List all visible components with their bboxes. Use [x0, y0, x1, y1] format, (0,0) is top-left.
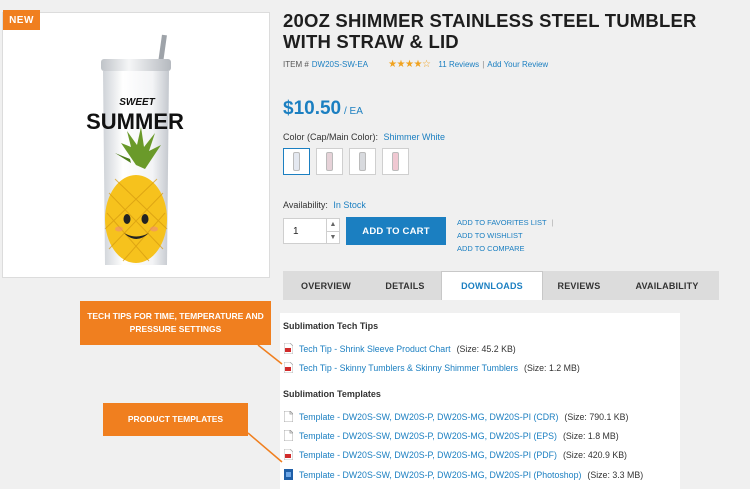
quantity-stepper[interactable]: 1 ▲ ▼	[283, 218, 340, 244]
callout-templates: PRODUCT TEMPLATES	[103, 403, 248, 436]
templates-heading: Sublimation Templates	[283, 389, 381, 399]
add-to-compare-link[interactable]: ADD TO COMPARE	[457, 242, 554, 255]
price: $10.50	[283, 98, 342, 119]
availability-line: Availability: In Stock	[283, 200, 366, 210]
download-link[interactable]: Template - DW20S-SW, DW20S-P, DW20S-MG, …	[299, 412, 558, 422]
download-row: Template - DW20S-SW, DW20S-P, DW20S-MG, …	[284, 430, 619, 441]
item-label: ITEM #	[283, 60, 309, 69]
file-size: (Size: 1.2 MB)	[524, 362, 580, 373]
pdf-icon	[284, 449, 299, 460]
separator: |	[551, 218, 554, 227]
rating-stars[interactable]: ★★★★☆	[388, 59, 431, 70]
secondary-actions: ADD TO FAVORITES LIST | ADD TO WISHLIST A…	[457, 216, 554, 255]
item-number[interactable]: DW20S-SW-EA	[312, 60, 368, 69]
add-to-favorites-link[interactable]: ADD TO FAVORITES LIST	[457, 218, 547, 227]
tab-reviews[interactable]: REVIEWS	[543, 271, 615, 300]
tech-tips-heading: Sublimation Tech Tips	[283, 321, 379, 331]
color-swatches	[283, 148, 415, 175]
callout-tech-tips: TECH TIPS FOR TIME, TEMPERATURE AND PRES…	[80, 301, 271, 345]
tumbler-product-image[interactable]: SWEET SUMMER	[3, 13, 271, 279]
download-link[interactable]: Template - DW20S-SW, DW20S-P, DW20S-MG, …	[299, 470, 581, 480]
tab-downloads[interactable]: DOWNLOADS	[441, 271, 543, 300]
add-to-wishlist-link[interactable]: ADD TO WISHLIST	[457, 229, 554, 242]
tumbler-print-line1: SWEET	[119, 97, 155, 108]
file-size: (Size: 790.1 KB)	[564, 411, 629, 422]
downloads-panel: Sublimation Tech Tips Tech Tip - Shrink …	[280, 313, 680, 489]
file-size: (Size: 420.9 KB)	[562, 449, 627, 460]
download-link[interactable]: Tech Tip - Shrink Sleeve Product Chart	[299, 344, 451, 354]
color-swatch[interactable]	[316, 148, 343, 175]
availability-label: Availability:	[283, 200, 328, 210]
file-size: (Size: 45.2 KB)	[456, 343, 516, 354]
color-swatch[interactable]	[382, 148, 409, 175]
download-row: Tech Tip - Skinny Tumblers & Skinny Shim…	[284, 362, 580, 373]
pdf-icon	[284, 343, 299, 354]
increment-icon[interactable]: ▲	[327, 219, 339, 231]
file-size: (Size: 1.8 MB)	[562, 430, 619, 441]
tab-overview[interactable]: OVERVIEW	[283, 271, 369, 300]
item-line: ITEM # DW20S-SW-EA ★★★★☆ 11 Reviews | Ad…	[283, 59, 548, 70]
download-row: Tech Tip - Shrink Sleeve Product Chart (S…	[284, 343, 516, 354]
file-icon	[284, 411, 299, 422]
download-row: Template - DW20S-SW, DW20S-P, DW20S-MG, …	[284, 469, 643, 480]
download-row: Template - DW20S-SW, DW20S-P, DW20S-MG, …	[284, 411, 628, 422]
swatch-tumbler-icon	[293, 152, 300, 171]
tab-details[interactable]: DETAILS	[369, 271, 441, 300]
file-icon	[284, 430, 299, 441]
new-badge: NEW	[3, 10, 40, 30]
add-review-link[interactable]: Add Your Review	[487, 60, 548, 69]
color-label: Color (Cap/Main Color):	[283, 132, 379, 142]
decrement-icon[interactable]: ▼	[327, 230, 339, 244]
quantity-input[interactable]: 1	[284, 219, 326, 243]
photoshop-icon	[284, 469, 299, 480]
add-to-cart-button[interactable]: ADD TO CART	[346, 217, 446, 245]
color-value: Shimmer White	[383, 132, 446, 142]
download-row: Template - DW20S-SW, DW20S-P, DW20S-MG, …	[284, 449, 627, 460]
download-link[interactable]: Template - DW20S-SW, DW20S-P, DW20S-MG, …	[299, 450, 557, 460]
color-line: Color (Cap/Main Color): Shimmer White	[283, 132, 445, 142]
connector-line	[247, 432, 283, 463]
swatch-tumbler-icon	[326, 152, 333, 171]
color-swatch[interactable]	[349, 148, 376, 175]
download-link[interactable]: Tech Tip - Skinny Tumblers & Skinny Shim…	[299, 363, 518, 373]
swatch-tumbler-icon	[359, 152, 366, 171]
tumbler-print-line2: SUMMER	[86, 109, 184, 134]
product-tabs: OVERVIEW DETAILS DOWNLOADS REVIEWS AVAIL…	[283, 271, 719, 300]
separator: |	[482, 60, 485, 69]
pdf-icon	[284, 362, 299, 373]
file-size: (Size: 3.3 MB)	[587, 469, 644, 480]
swatch-tumbler-icon	[392, 152, 399, 171]
color-swatch[interactable]	[283, 148, 310, 175]
connector-line	[257, 344, 283, 365]
reviews-link[interactable]: 11 Reviews	[438, 60, 479, 69]
availability-status: In Stock	[333, 200, 366, 210]
product-title: 20OZ SHIMMER STAINLESS STEEL TUMBLER WIT…	[283, 10, 697, 52]
download-link[interactable]: Template - DW20S-SW, DW20S-P, DW20S-MG, …	[299, 431, 557, 441]
stepper-controls: ▲ ▼	[326, 219, 339, 243]
price-unit: / EA	[344, 106, 363, 117]
product-image-box[interactable]: SWEET SUMMER	[2, 12, 270, 278]
tab-availability[interactable]: AVAILABILITY	[615, 271, 719, 300]
